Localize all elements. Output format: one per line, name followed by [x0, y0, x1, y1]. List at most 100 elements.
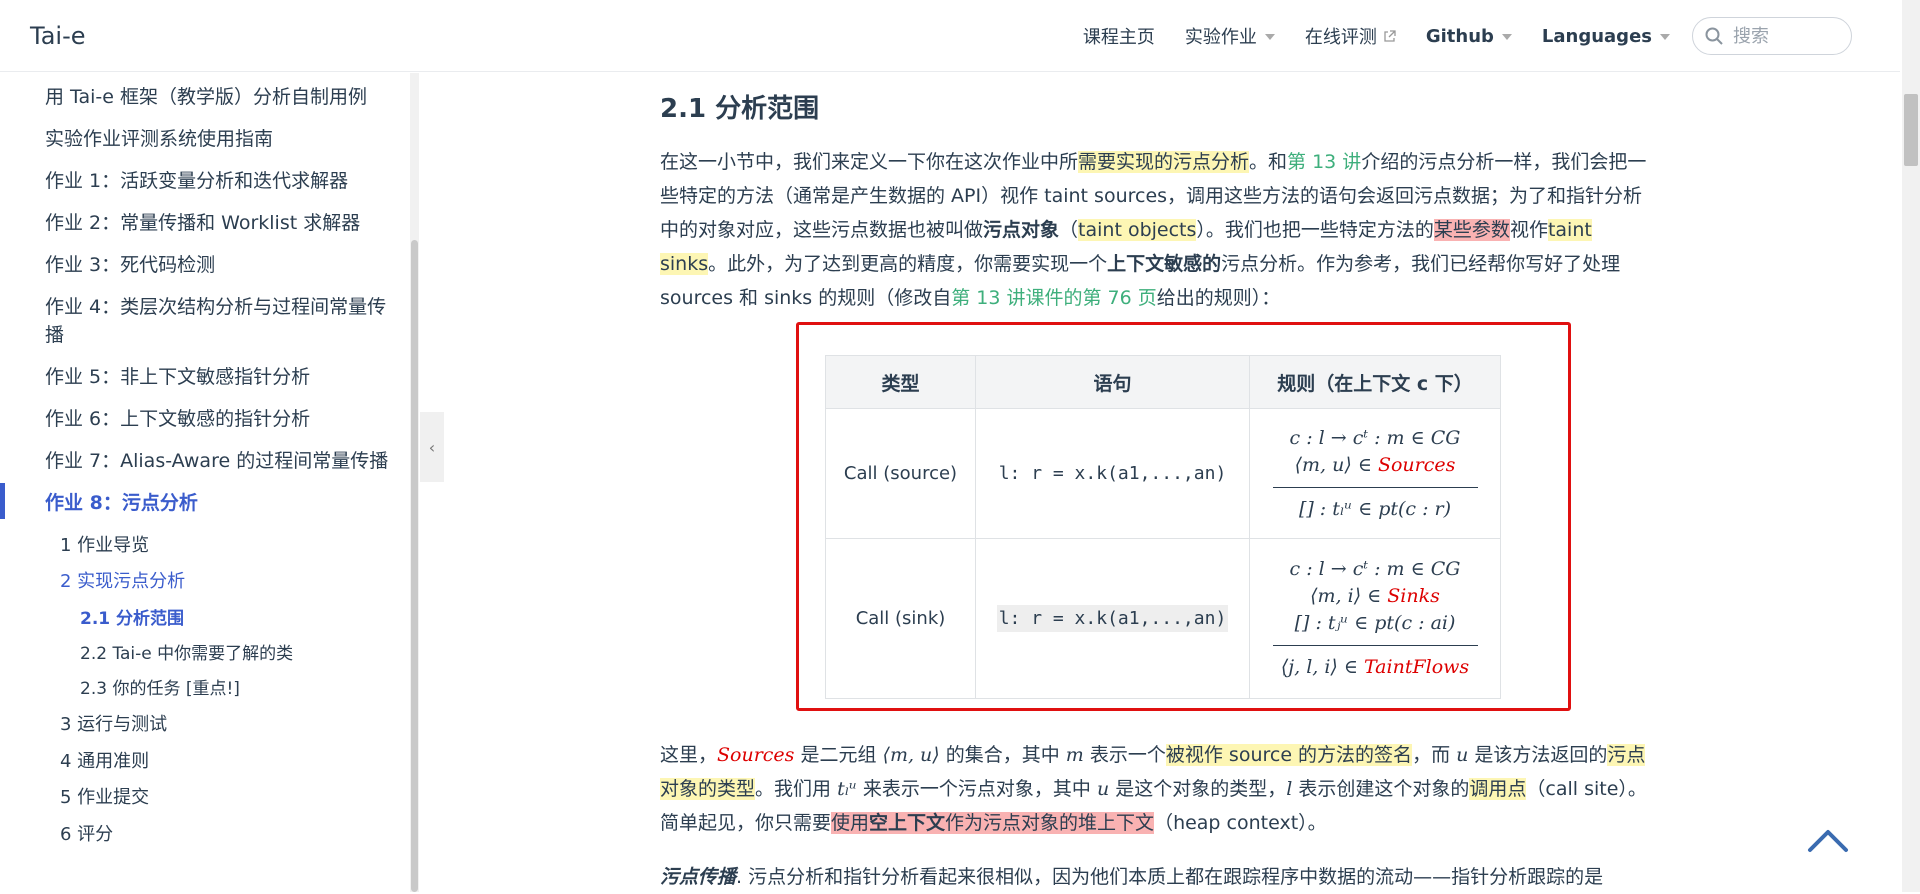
page-scrollbar-thumb[interactable]	[1904, 94, 1918, 166]
row-statement: l: r = x.k(a1,...,an)	[975, 538, 1250, 699]
top-navbar: Tai-e 课程主页 实验作业 在线评测 Github Languages	[0, 0, 1900, 72]
rule-premise: [] : tⱼᵘ ∈ pt(c : ai)	[1294, 612, 1456, 634]
chevron-left-icon: ‹	[428, 437, 436, 457]
nav-links: 课程主页 实验作业 在线评测 Github Languages	[1053, 0, 1852, 72]
search-icon	[1705, 27, 1723, 45]
sidebar-collapse-button[interactable]: ‹	[420, 412, 444, 482]
slides-page-76-link[interactable]: 第 13 讲课件的第 76 页	[951, 287, 1157, 309]
header-statement: 语句	[975, 355, 1250, 409]
nav-course-home[interactable]: 课程主页	[1083, 23, 1155, 49]
nav-label: Languages	[1541, 25, 1652, 47]
sidebar-item-a6[interactable]: 作业 6：上下文敏感的指针分析	[45, 405, 390, 433]
bold-text: 空上下文	[869, 812, 946, 834]
rule-premise: c : l → cᵗ : m ∈ CG	[1289, 558, 1461, 580]
bold-italic-text: 污点传播	[660, 866, 737, 888]
rule-text: ⟨m, i⟩ ∈	[1310, 585, 1388, 607]
row-type: Call (source)	[825, 408, 976, 539]
sidebar-item-a1[interactable]: 作业 1：活跃变量分析和迭代求解器	[45, 167, 390, 195]
highlight: 调用点	[1469, 778, 1527, 800]
text: 表示创建这个对象的	[1292, 778, 1470, 800]
sidebar-subsub-scope[interactable]: 2.1 分析范围	[80, 604, 184, 629]
text: （	[1059, 219, 1079, 241]
math: tₗᵘ	[837, 778, 857, 800]
math: u	[1096, 778, 1110, 800]
bold-text: 污点对象	[983, 219, 1060, 241]
text: 作为污点对象的堆上下文	[945, 812, 1155, 834]
nav-label: Github	[1425, 25, 1494, 47]
fraction-line	[1272, 486, 1478, 488]
nav-languages-dropdown[interactable]: Languages	[1542, 26, 1670, 47]
back-to-top-icon[interactable]	[1806, 826, 1850, 856]
sidebar-item-a2[interactable]: 作业 2：常量传播和 Worklist 求解器	[45, 209, 390, 237]
sidebar-item-a3[interactable]: 作业 3：死代码检测	[45, 251, 390, 279]
math-sources: Sources	[717, 744, 795, 766]
rule-set-name: Sources	[1377, 453, 1456, 476]
section-heading: 2.1 分析范围	[660, 94, 820, 124]
sidebar-item-a8[interactable]: 作业 8：污点分析	[45, 489, 390, 517]
rule-set-name: Sinks	[1387, 585, 1440, 607]
math: u	[1456, 744, 1469, 766]
code-statement: l: r = x.k(a1,...,an)	[998, 463, 1227, 484]
rule-set-name: TaintFlows	[1363, 656, 1470, 678]
row-rule: c : l → cᵗ : m ∈ CG ⟨m, u⟩ ∈ Sources [] …	[1249, 408, 1501, 539]
search-box[interactable]	[1692, 17, 1852, 55]
sidebar-scrollbar-thumb[interactable]	[411, 240, 418, 892]
rule-premise: ⟨m, i⟩ ∈ Sinks	[1251, 583, 1499, 610]
text: 是这个对象的类型，	[1109, 778, 1287, 800]
table-row: Call (sink) l: r = x.k(a1,...,an) c : l …	[825, 538, 1501, 699]
rule-text: ⟨m, u⟩ ∈	[1294, 453, 1378, 476]
sidebar-item-judge-guide[interactable]: 实验作业评测系统使用指南	[45, 125, 390, 153]
nav-assignments-dropdown[interactable]: 实验作业	[1185, 23, 1275, 49]
rule-conclusion: [] : tₗᵘ ∈ pt(c : r)	[1298, 497, 1452, 520]
text: 在这一小节中，我们来定义一下你在这次作业中所	[660, 151, 1079, 173]
table-header-row: 类型 语句 规则（在上下文 c 下）	[825, 355, 1501, 409]
intro-paragraph: 在这一小节中，我们来定义一下你在这次作业中所需要实现的污点分析。和第 13 讲介…	[660, 145, 1660, 315]
table-row: Call (source) l: r = x.k(a1,...,an) c : …	[825, 408, 1501, 539]
code-statement: l: r = x.k(a1,...,an)	[996, 605, 1229, 632]
text: ）。我们也把一些特定方法的	[1196, 219, 1434, 241]
site-brand[interactable]: Tai-e	[30, 22, 86, 50]
text: 是二元组	[794, 744, 883, 766]
sidebar-sub-overview[interactable]: 1 作业导览	[60, 531, 149, 557]
propagation-paragraph: 污点传播. 污点分析和指针分析看起来很相似，因为他们本质上都在跟踪程序中数据的流…	[660, 860, 1660, 894]
sidebar-sub-submit[interactable]: 5 作业提交	[60, 783, 149, 809]
highlight: 被视作 source 的方法的签名	[1165, 744, 1413, 766]
text: 。和	[1249, 151, 1288, 173]
text: 表示一个	[1083, 744, 1166, 766]
nav-github-dropdown[interactable]: Github	[1426, 26, 1512, 47]
sidebar-sub-grading[interactable]: 6 评分	[60, 820, 113, 846]
text: . 污点分析和指针分析看起来很相似，因为他们本质上都在跟踪程序中数据的流动——指…	[736, 866, 1604, 888]
nav-online-judge[interactable]: 在线评测	[1305, 23, 1396, 49]
text: 。此外，为了达到更高的精度，你需要实现一个	[708, 253, 1108, 275]
rule-premise: ⟨m, u⟩ ∈ Sources	[1251, 452, 1499, 479]
sidebar-item-a7[interactable]: 作业 7：Alias-Aware 的过程间常量传播	[45, 447, 405, 475]
sidebar-item-custom-cases[interactable]: 用 Tai-e 框架（教学版）分析自制用例	[45, 83, 390, 111]
nav-label: 在线评测	[1304, 27, 1377, 48]
highlight: 需要实现的污点分析	[1078, 151, 1250, 173]
chevron-down-icon	[1264, 34, 1275, 40]
sidebar-subsub-classes[interactable]: 2.2 Tai-e 中你需要了解的类	[80, 639, 293, 664]
fraction-line	[1272, 645, 1478, 646]
header-rule: 规则（在上下文 c 下）	[1249, 355, 1501, 409]
sidebar-item-a5[interactable]: 作业 5：非上下文敏感指针分析	[45, 363, 390, 391]
nav-label: 课程主页	[1082, 27, 1155, 48]
lecture-13-link[interactable]: 第 13 讲	[1287, 151, 1361, 173]
text: 来表示一个污点对象，其中	[856, 778, 1097, 800]
sidebar-sub-run-test[interactable]: 3 运行与测试	[60, 710, 167, 736]
rule-text: ⟨j, l, i⟩ ∈	[1280, 656, 1364, 678]
nav-label: 实验作业	[1184, 27, 1257, 48]
text: 。我们用	[755, 778, 838, 800]
row-rule: c : l → cᵗ : m ∈ CG ⟨m, i⟩ ∈ Sinks [] : …	[1249, 538, 1501, 699]
sidebar-item-a4[interactable]: 作业 4：类层次结构分析与过程间常量传播	[45, 293, 390, 349]
sidebar-subsub-tasks[interactable]: 2.3 你的任务 [重点!]	[80, 674, 240, 699]
text: 的集合，其中	[939, 744, 1066, 766]
sidebar-sub-guidelines[interactable]: 4 通用准则	[60, 747, 149, 773]
math: m	[1065, 744, 1084, 766]
highlight-red: 使用空上下文作为污点对象的堆上下文	[831, 812, 1155, 834]
header-type: 类型	[825, 355, 976, 409]
external-link-icon	[1384, 29, 1396, 42]
highlight: taint objects	[1078, 219, 1197, 241]
search-input[interactable]	[1731, 24, 1845, 48]
sidebar-sub-implement[interactable]: 2 实现污点分析	[60, 567, 185, 593]
text: 是该方法返回的	[1468, 744, 1608, 766]
